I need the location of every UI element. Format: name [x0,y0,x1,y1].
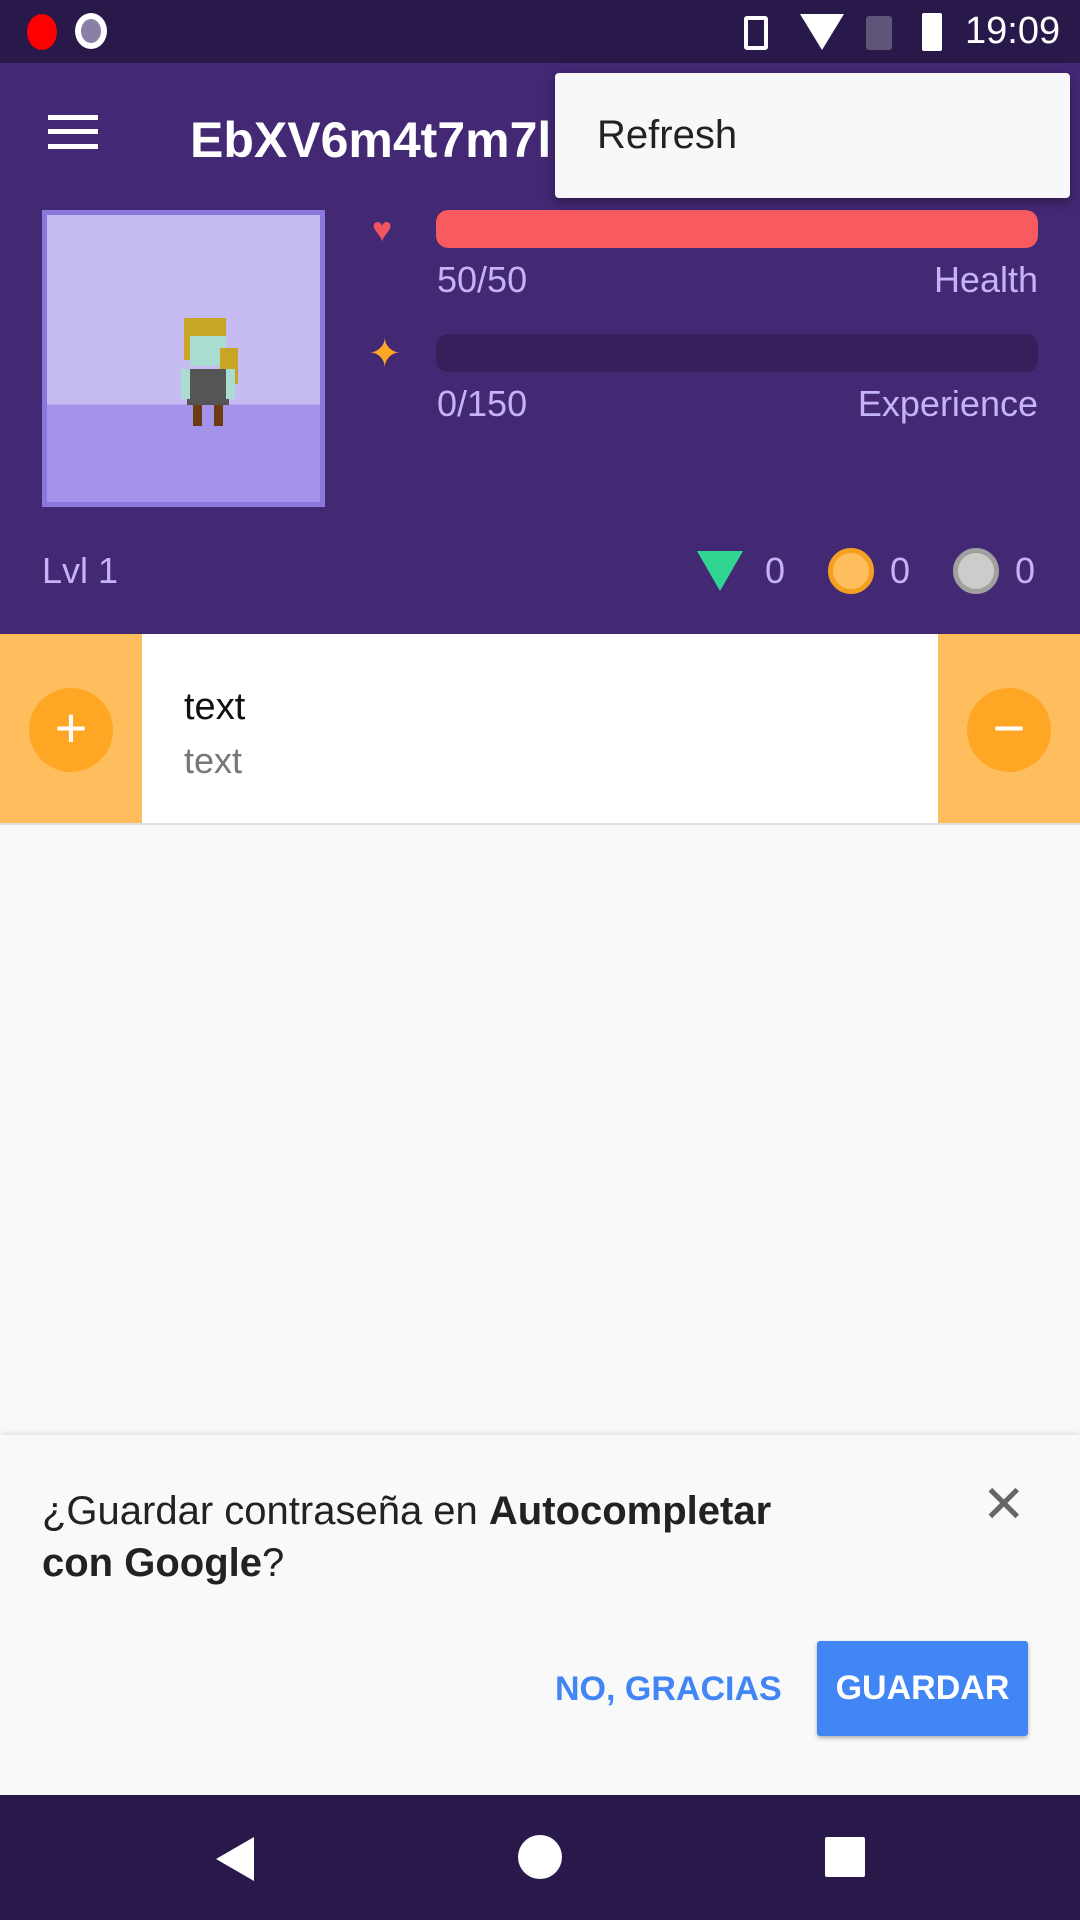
task-title: text [184,686,246,728]
minus-button[interactable]: − [967,688,1051,772]
hourglass-coin-icon [953,548,999,594]
navigation-bar [0,1795,1080,1920]
wifi-icon [800,14,844,50]
avatar[interactable] [42,210,325,507]
minus-area: − [938,634,1080,823]
gold-coin-icon [828,548,874,594]
prompt-text: ? [262,1541,285,1585]
health-value: 50/50 [437,259,528,300]
recents-icon[interactable] [825,1837,865,1877]
gold-count: 0 [890,550,911,591]
hamburger-menu-icon[interactable] [48,115,98,149]
plus-button[interactable]: + [29,688,113,772]
back-icon[interactable] [216,1837,254,1881]
star-icon: ✦ [368,332,402,376]
experience-label: Experience [857,383,1038,424]
autofill-save-sheet: ¿Guardar contraseña en Autocompletar con … [0,1435,1080,1795]
no-sim-icon [866,16,892,50]
close-icon[interactable]: ✕ [982,1475,1026,1535]
prompt-text: ¿Guardar contraseña en [42,1489,489,1533]
task-notes: text [184,740,243,781]
home-icon[interactable] [518,1835,562,1879]
autofill-prompt: ¿Guardar contraseña en Autocompletar con … [42,1485,802,1589]
avatar-sprite [181,318,238,426]
battery-charging-icon [922,13,942,51]
clock: 19:09 [965,10,1061,52]
experience-bar [436,334,1038,372]
overflow-menu: Refresh [555,73,1070,198]
save-button[interactable]: GUARDAR [817,1641,1028,1736]
experience-value: 0/150 [437,383,528,424]
record-icon [27,14,57,50]
hourglass-count: 0 [1015,550,1036,591]
toolbar-title: EbXV6m4t7m7l [190,112,552,168]
task-row[interactable]: + text text − [0,634,1080,825]
plus-area: + [0,634,142,823]
prompt-bold: Autocompletar [488,1489,772,1533]
level-label: Lvl 1 [42,550,119,591]
circle-icon [75,13,107,49]
prompt-bold: con Google [42,1541,262,1585]
health-bar [436,210,1038,248]
vibrate-icon [744,16,768,50]
menu-item-refresh[interactable]: Refresh [597,113,737,158]
gem-icon [697,551,743,591]
gem-count: 0 [765,550,786,591]
no-thanks-button[interactable]: NO, GRACIAS [555,1670,782,1709]
health-label: Health [933,259,1038,300]
heart-icon: ♥ [372,211,393,249]
status-bar: 19:09 [0,0,1080,63]
